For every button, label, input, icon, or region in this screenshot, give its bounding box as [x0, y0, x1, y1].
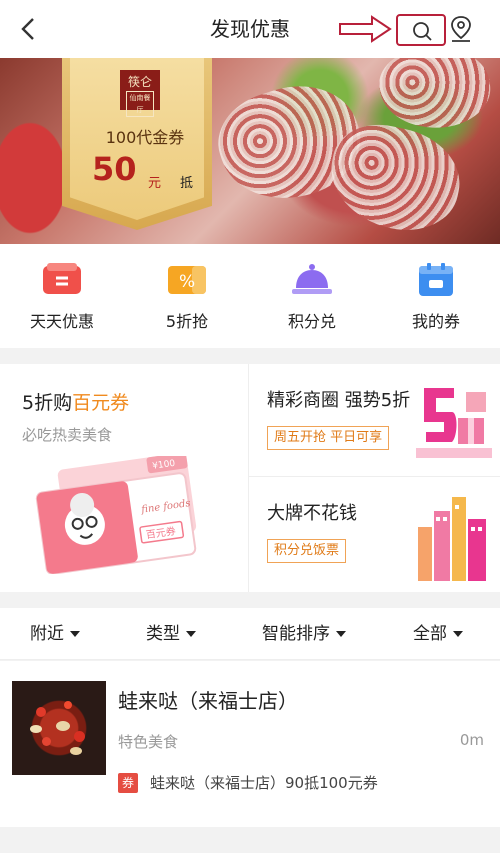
voucher-ticket-illustration: ¥100 fine foods 百元券 [35, 456, 197, 574]
quick-entry-label: 天天优惠 [29, 312, 94, 331]
daily-deals-icon [43, 263, 81, 294]
filter-sort[interactable]: 智能排序 [262, 608, 346, 660]
quick-entry-label: 我的券 [411, 312, 460, 331]
quick-entry-label: 积分兑 [287, 312, 336, 331]
promo-title: 5折购百元券 [22, 392, 130, 414]
city-buildings-illustration [418, 497, 486, 581]
filter-type[interactable]: 类型 [146, 608, 196, 660]
coupon-badge: 券 [118, 773, 138, 793]
top-bar: 发现优惠 [0, 0, 500, 58]
cloche-icon [292, 264, 332, 294]
caret-down-icon [336, 631, 346, 637]
search-icon [413, 22, 432, 41]
promo-card-business-district[interactable]: 精彩商圈 强势5折 周五开抢 平日可享 [249, 364, 500, 476]
filter-nearby[interactable]: 附近 [30, 608, 80, 660]
gift-five-illustration [416, 388, 492, 458]
annotation-arrow-icon [339, 15, 392, 43]
promo-tag: 周五开抢 平日可享 [267, 426, 390, 450]
store-distance: 0m [459, 731, 484, 749]
promo-title: 精彩商圈 强势5折 [267, 390, 411, 411]
quick-entry-half-price[interactable]: % 5折抢 [137, 262, 237, 342]
search-button[interactable] [396, 14, 446, 46]
promo-cards: 5折购百元券 必吃热卖美食 ¥100 fine foods 百元券 精彩商圈 强… [0, 364, 500, 592]
filter-all[interactable]: 全部 [413, 608, 463, 660]
store-thumbnail [12, 681, 106, 775]
coupon-text[interactable]: 蛙来哒（来福士店）90抵100元券 [150, 773, 378, 793]
voucher-ribbon: 筷仑 仙南餐厅 100代金券 50 元 抵 [62, 58, 212, 230]
promo-subtitle: 必吃热卖美食 [22, 426, 113, 444]
promo-banner[interactable]: 筷仑 仙南餐厅 100代金券 50 元 抵 [0, 58, 500, 244]
filter-label: 智能排序 [262, 624, 330, 644]
store-list-item[interactable]: 蛙来哒（来福士店） 特色美食 0m 券 蛙来哒（来福士店）90抵100元券 [0, 661, 500, 827]
promo-title: 大牌不花钱 [267, 503, 357, 524]
caret-down-icon [453, 631, 463, 637]
voucher-title: 100代金券 [105, 128, 185, 147]
promo-card-big-brands[interactable]: 大牌不花钱 积分兑饭票 [249, 477, 500, 592]
wallet-icon [419, 263, 453, 296]
filter-label: 全部 [413, 624, 447, 644]
quick-entry-points[interactable]: 积分兑 [262, 262, 362, 342]
caret-down-icon [186, 631, 196, 637]
banner-photo [376, 58, 494, 134]
quick-entry-my-coupons[interactable]: 我的券 [386, 262, 486, 342]
caret-down-icon [70, 631, 80, 637]
location-pin-icon[interactable] [448, 14, 474, 44]
store-category: 特色美食 [118, 733, 179, 751]
filter-bar: 附近 类型 智能排序 全部 [0, 608, 500, 660]
voucher-suffix: 抵 [180, 176, 194, 191]
quick-entry-grid: 天天优惠 % 5折抢 积分兑 我的券 [0, 244, 500, 348]
promo-card-half-price-voucher[interactable]: 5折购百元券 必吃热卖美食 ¥100 fine foods 百元券 [0, 364, 248, 592]
svg-text:%: % [179, 272, 195, 292]
filter-label: 附近 [30, 624, 64, 644]
percent-coupon-icon: % [168, 266, 206, 294]
voucher-unit: 元 [148, 176, 162, 191]
quick-entry-daily-deals[interactable]: 天天优惠 [12, 262, 112, 342]
store-name: 蛙来哒（来福士店） [118, 689, 298, 713]
brand-logo: 筷仑 仙南餐厅 [120, 70, 160, 117]
filter-label: 类型 [146, 624, 180, 644]
quick-entry-label: 5折抢 [165, 312, 209, 331]
promo-tag: 积分兑饭票 [267, 539, 347, 563]
